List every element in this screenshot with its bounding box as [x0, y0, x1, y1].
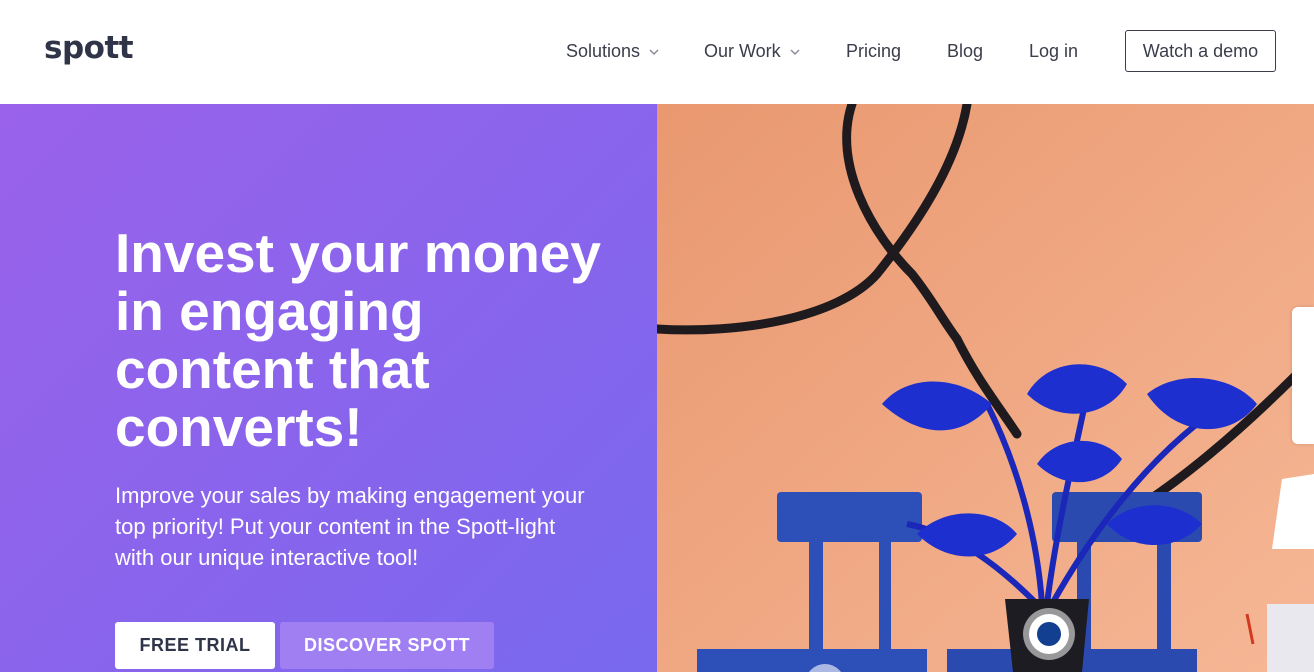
nav-pricing[interactable]: Pricing [846, 41, 901, 62]
nav-login-label: Log in [1029, 41, 1079, 61]
chevron-down-icon [649, 48, 659, 55]
hotspot-marker-icon[interactable] [1023, 608, 1075, 660]
nav-solutions-label: Solutions [566, 41, 641, 61]
discover-spott-button[interactable]: DISCOVER SPOTT [280, 622, 494, 669]
site-header: spott Solutions Our Work Pricing Blog Lo… [0, 0, 1314, 104]
side-feedback-tab[interactable] [1292, 307, 1314, 444]
nav-our-work[interactable]: Our Work [704, 41, 801, 62]
hero-illustration [657, 104, 1314, 672]
nav-blog[interactable]: Blog [947, 41, 983, 62]
chevron-down-icon [790, 48, 800, 55]
hero-title: Invest your money in engaging content th… [115, 222, 601, 458]
spott-logo[interactable]: spott [44, 30, 134, 66]
hero-subtitle: Improve your sales by making engagement … [115, 483, 585, 570]
nav-pricing-label: Pricing [846, 41, 902, 61]
free-trial-button[interactable]: FREE TRIAL [115, 622, 275, 669]
hero-panel: Invest your money in engaging content th… [0, 104, 657, 672]
nav-login[interactable]: Log in [1029, 41, 1078, 62]
nav-solutions[interactable]: Solutions [566, 41, 660, 62]
hero-image [657, 104, 1314, 672]
watch-demo-button[interactable]: Watch a demo [1125, 30, 1276, 72]
nav-our-work-label: Our Work [704, 41, 781, 61]
nav-blog-label: Blog [947, 41, 984, 61]
